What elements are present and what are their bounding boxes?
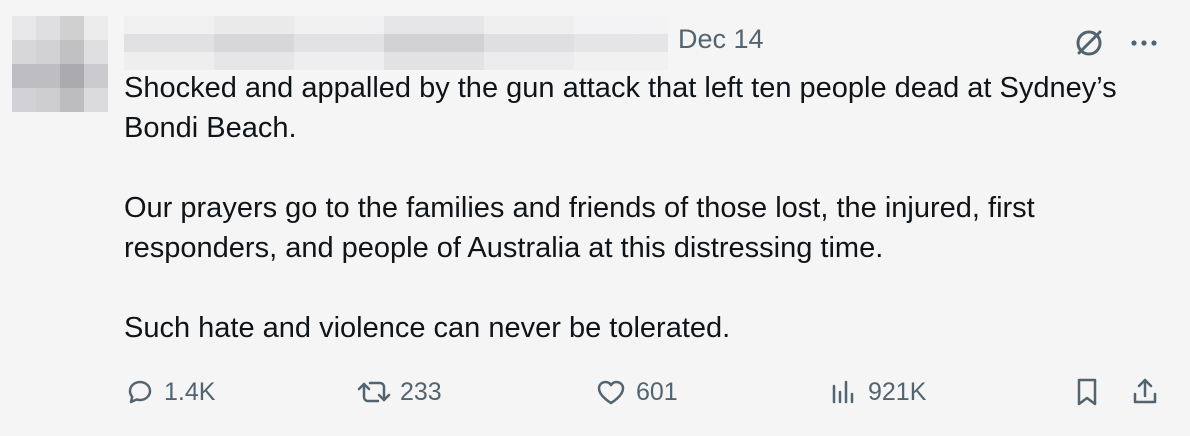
post-paragraph-3: Such hate and violence can never be tole…	[124, 312, 731, 344]
more-icon[interactable]	[1128, 27, 1160, 59]
action-bar: 1.4K 233 601 921K	[124, 372, 1160, 412]
tweet-card[interactable]: Dec 14 Shocked and appalled by the gun a…	[0, 0, 1190, 436]
grok-icon[interactable]	[1072, 26, 1106, 60]
avatar[interactable]	[12, 16, 108, 112]
right-actions	[1072, 376, 1160, 408]
views-icon	[828, 376, 860, 408]
post-body: Shocked and appalled by the gun attack t…	[124, 68, 1124, 348]
heart-icon	[594, 376, 628, 408]
post-paragraph-1: Shocked and appalled by the gun attack t…	[124, 72, 1125, 144]
author-name-blurred[interactable]	[124, 16, 668, 70]
views-count: 921K	[868, 377, 927, 406]
reply-button[interactable]: 1.4K	[124, 376, 215, 408]
reply-count: 1.4K	[164, 377, 216, 406]
like-button[interactable]: 601	[594, 376, 678, 408]
views-button[interactable]: 921K	[828, 376, 926, 408]
repost-icon	[356, 376, 392, 408]
top-actions	[1072, 26, 1160, 60]
like-count: 601	[636, 377, 678, 406]
share-icon[interactable]	[1130, 376, 1160, 408]
reply-icon	[124, 376, 156, 408]
post-date[interactable]: Dec 14	[678, 24, 764, 55]
post-paragraph-2: Our prayers go to the families and frien…	[124, 192, 1043, 264]
bookmark-icon[interactable]	[1072, 376, 1102, 408]
repost-count: 233	[400, 377, 442, 406]
repost-button[interactable]: 233	[356, 376, 442, 408]
